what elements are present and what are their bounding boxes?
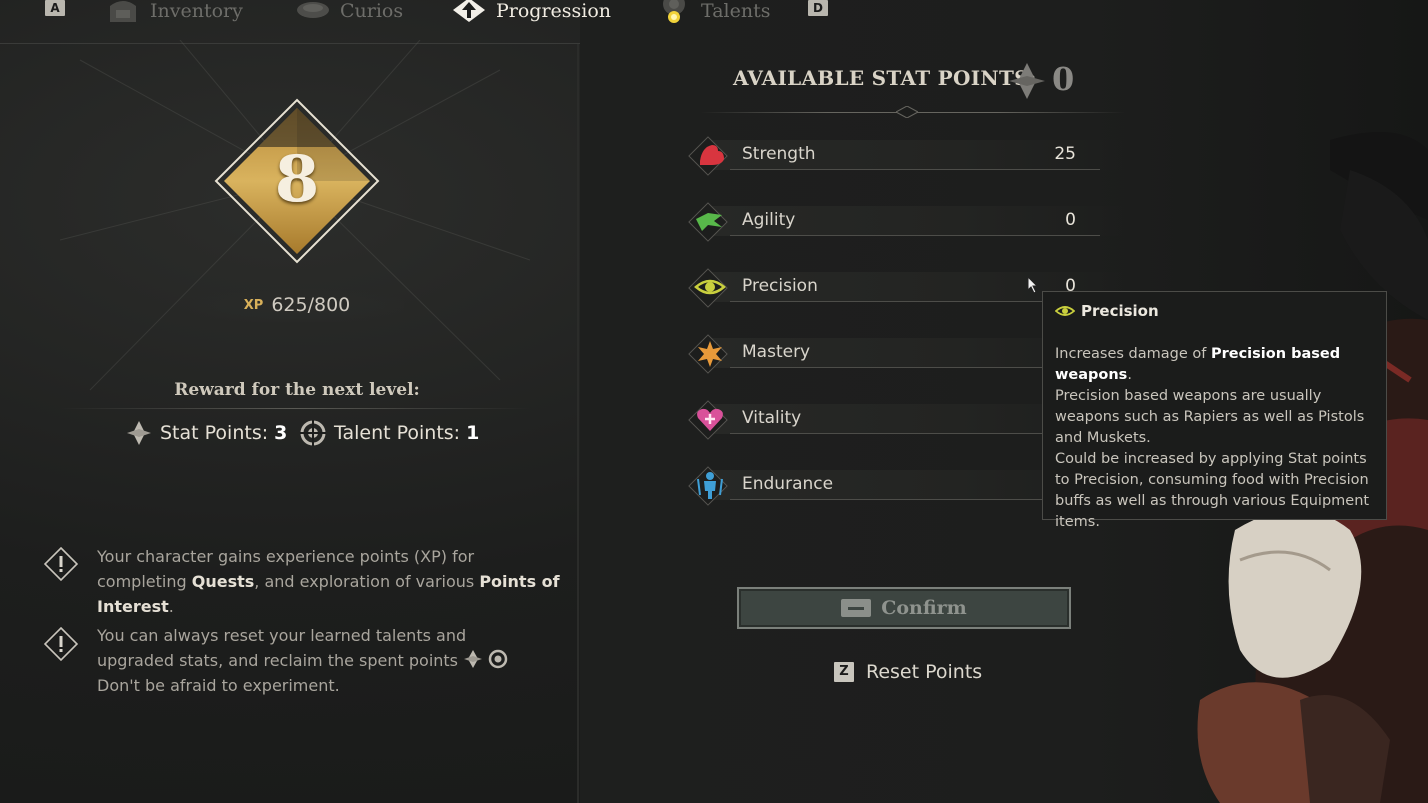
talents-icon	[663, 0, 685, 23]
backpack-icon	[110, 1, 136, 22]
tip-text: , and exploration of various	[254, 572, 480, 591]
next-tab-key[interactable]: D	[808, 0, 828, 16]
reward-stat-value: 3	[274, 422, 288, 444]
stat-name: Agility	[742, 210, 796, 230]
available-stat-points-value: 0	[1052, 60, 1075, 98]
level-number: 8	[274, 142, 320, 217]
confirm-button[interactable]: Confirm	[737, 587, 1071, 629]
tip-text: .	[168, 597, 174, 616]
tab-label: Inventory	[150, 0, 243, 22]
tab-label: Talents	[701, 0, 771, 22]
tooltip-header: Precision	[1055, 302, 1159, 320]
stat-underline	[730, 235, 1100, 236]
reset-points-button[interactable]: Z Reset Points	[834, 661, 982, 683]
confirm-label: Confirm	[881, 597, 967, 619]
tooltip-paragraph: Could be increased by applying Stat poin…	[1055, 451, 1370, 530]
stat-point-icon	[127, 421, 151, 445]
reward-talent-points: Talent Points: 1	[300, 420, 479, 446]
tooltip-paragraph: Increases damage of Precision based weap…	[1055, 344, 1380, 386]
panel-divider	[577, 44, 579, 803]
available-stat-points-label: AVAILABLE STAT POINTS:	[733, 66, 1037, 90]
divider-ornament-icon	[896, 106, 918, 118]
stat-row-strength[interactable]: Strength 25	[688, 136, 1128, 178]
tab-curios[interactable]: Curios	[296, 0, 403, 22]
info-warning-icon	[44, 547, 78, 581]
stat-name: Mastery	[742, 342, 811, 362]
precision-icon	[694, 279, 726, 295]
strength-icon	[700, 145, 724, 165]
tip-bold-quests: Quests	[191, 572, 255, 591]
stat-underline	[730, 169, 1100, 170]
prev-tab-key[interactable]: A	[45, 0, 65, 16]
reward-talent-value: 1	[466, 422, 480, 444]
mouse-cursor-icon	[1027, 276, 1039, 294]
stat-row-agility[interactable]: Agility 0	[688, 202, 1128, 244]
xp-icon: XP	[243, 297, 264, 313]
tip-reset: You can always reset your learned talent…	[97, 623, 547, 698]
tooltip-text: Increases damage of	[1055, 346, 1211, 362]
tooltip-paragraph: Precision based weapons are usually weap…	[1055, 388, 1365, 446]
tab-talents[interactable]: Talents	[657, 0, 771, 23]
progression-icon	[453, 0, 485, 22]
endurance-icon	[697, 472, 723, 499]
precision-tooltip: Precision Increases damage of Precision …	[1042, 291, 1387, 530]
stat-point-icon	[464, 650, 483, 668]
curio-icon	[297, 2, 329, 18]
vitality-icon	[697, 408, 723, 431]
stat-value: 25	[1054, 144, 1076, 164]
reset-key: Z	[834, 662, 854, 682]
agility-icon	[696, 213, 722, 231]
tip-xp: Your character gains experience points (…	[97, 544, 567, 619]
tip-text: You can always reset your learned talent…	[97, 626, 467, 670]
reward-stat-points: Stat Points: 3	[126, 420, 287, 446]
tooltip-text: .	[1127, 367, 1132, 383]
reward-divider	[60, 408, 530, 409]
stat-point-icon	[1009, 63, 1045, 99]
stat-name: Precision	[742, 276, 818, 296]
info-warning-icon	[44, 627, 78, 661]
reward-title: Reward for the next level:	[174, 380, 420, 400]
reward-talent-label: Talent Points:	[334, 422, 467, 444]
spacebar-key-icon	[841, 599, 872, 617]
top-navigation: A Inventory Curios Progression Talents D	[0, 0, 1428, 44]
xp-display: XP 625/800	[190, 288, 404, 322]
tip-text: Don't be afraid to experiment.	[97, 676, 340, 695]
tooltip-title: Precision	[1081, 302, 1159, 320]
reset-label: Reset Points	[866, 661, 983, 683]
stat-value: 0	[1065, 210, 1076, 230]
talent-point-icon	[488, 649, 508, 669]
tab-inventory[interactable]: Inventory	[106, 0, 243, 22]
talent-point-icon	[300, 420, 326, 446]
tab-label: Progression	[496, 0, 612, 22]
reward-stat-label: Stat Points:	[160, 422, 275, 444]
mastery-icon	[698, 341, 722, 367]
precision-icon	[1055, 306, 1075, 316]
stat-name: Vitality	[742, 408, 802, 428]
stat-name: Strength	[742, 144, 816, 164]
tab-progression[interactable]: Progression	[452, 0, 611, 22]
stat-name: Endurance	[742, 474, 834, 494]
xp-value: 625/800	[271, 294, 351, 316]
tab-label: Curios	[340, 0, 404, 22]
